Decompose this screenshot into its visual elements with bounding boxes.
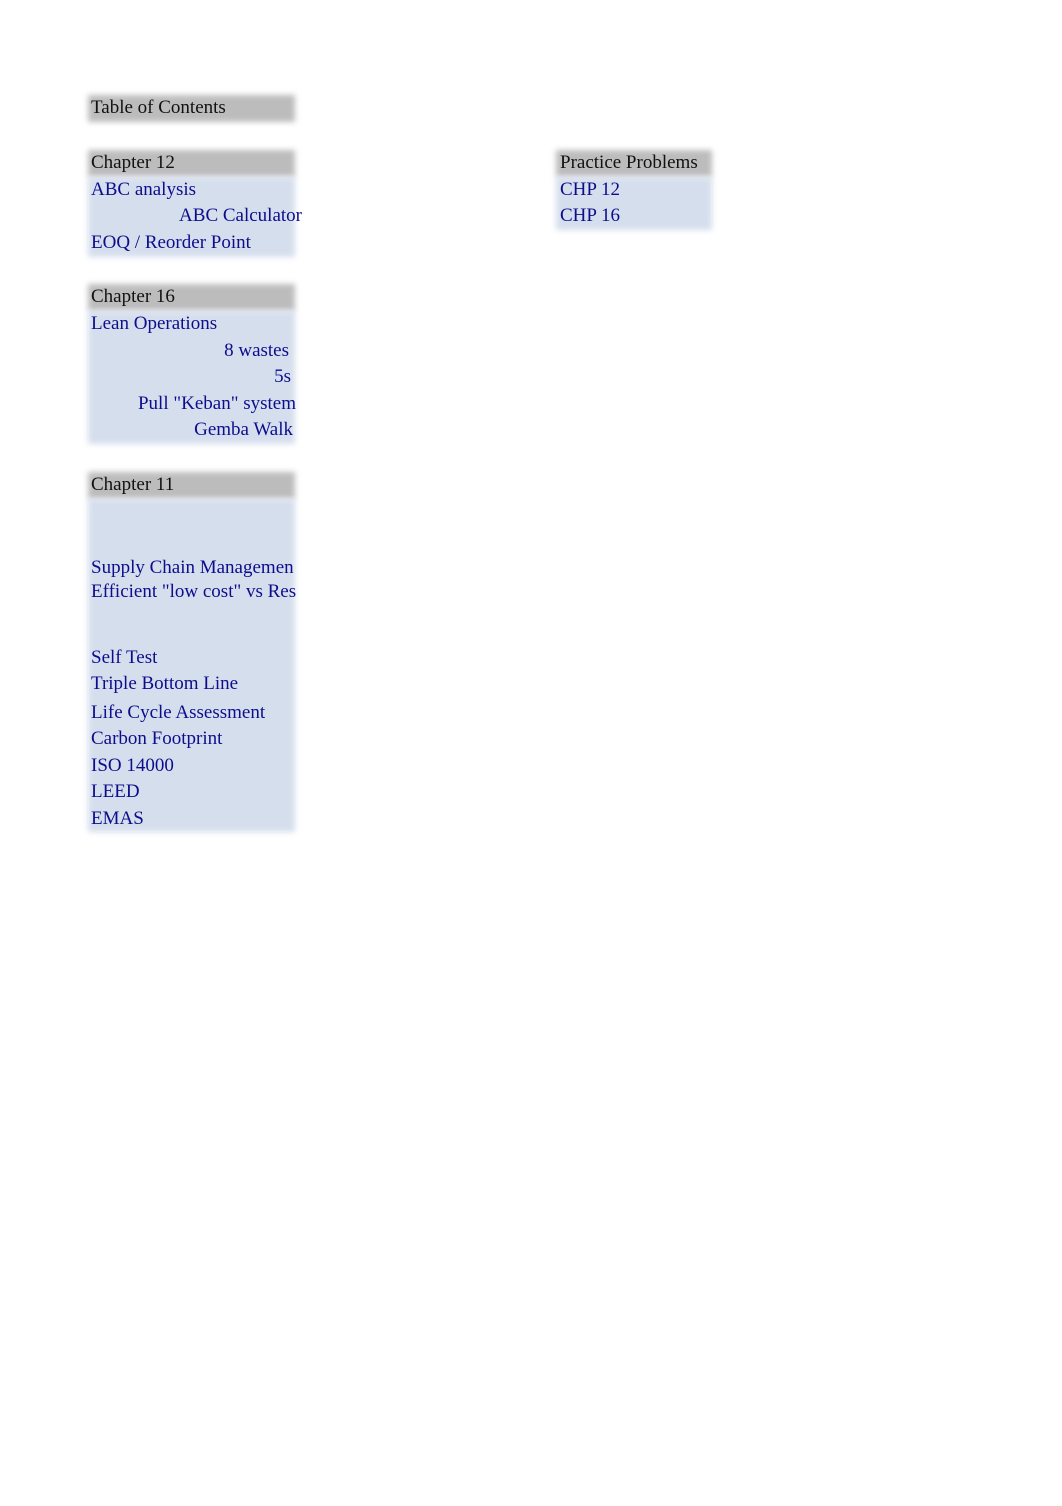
practice-problems-header: Practice Problems [560, 152, 698, 173]
link-gemba-walk[interactable]: Gemba Walk [85, 416, 293, 443]
link-leed[interactable]: LEED [85, 778, 140, 805]
link-abc-calculator[interactable]: ABC Calculator [85, 202, 302, 229]
link-abc-analysis[interactable]: ABC analysis [85, 176, 196, 203]
chapter-11-header: Chapter 11 [91, 474, 175, 495]
link-carbon-footprint[interactable]: Carbon Footprint [85, 725, 222, 752]
link-5s[interactable]: 5s [85, 363, 291, 390]
link-life-cycle-assessment[interactable]: Life Cycle Assessment [85, 699, 265, 726]
link-eoq-reorder-point[interactable]: EOQ / Reorder Point [85, 229, 251, 256]
toc-title: Table of Contents [91, 97, 226, 118]
link-supply-chain-management[interactable]: Supply Chain Managemen [85, 556, 294, 579]
link-self-test[interactable]: Self Test [85, 644, 157, 671]
link-pull-keban-system[interactable]: Pull "Keban" system [85, 390, 296, 417]
link-triple-bottom-line[interactable]: Triple Bottom Line [85, 670, 238, 697]
link-chp-12[interactable]: CHP 12 [554, 176, 620, 203]
link-iso-14000[interactable]: ISO 14000 [85, 752, 174, 779]
link-8-wastes[interactable]: 8 wastes [85, 337, 289, 364]
link-efficient-vs-responsive[interactable]: Efficient "low cost" vs Res [85, 580, 296, 603]
link-emas[interactable]: EMAS [85, 805, 144, 832]
chapter-16-header: Chapter 16 [91, 286, 175, 307]
link-lean-operations[interactable]: Lean Operations [85, 310, 217, 337]
link-chp-16[interactable]: CHP 16 [554, 202, 620, 229]
chapter-12-header: Chapter 12 [91, 152, 175, 173]
